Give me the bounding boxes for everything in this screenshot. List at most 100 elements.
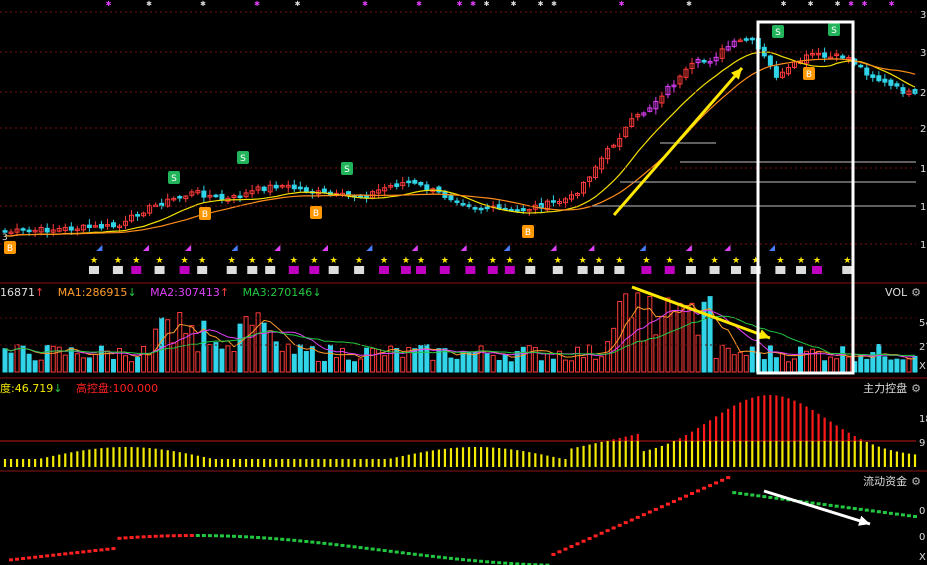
flow-segment xyxy=(623,521,628,525)
flow-segment xyxy=(810,501,815,505)
gear-icon[interactable]: ⚙ xyxy=(911,286,921,299)
star-marker-icon: ★ xyxy=(466,256,474,266)
flow-segment xyxy=(906,514,911,518)
control-tick-label: 9 xyxy=(919,438,925,449)
top-marker-icon: ✱ xyxy=(862,0,868,8)
flow-segment xyxy=(219,534,224,538)
top-marker-icon: ✱ xyxy=(254,0,260,8)
flow-segment xyxy=(183,534,188,538)
flow-segment xyxy=(328,542,333,546)
buy-signal-label: B xyxy=(7,244,13,254)
top-marker-icon: ✱ xyxy=(538,0,544,8)
star-marker-icon: ★ xyxy=(506,256,514,266)
tag-marker-icon xyxy=(842,266,853,274)
volume-bar xyxy=(50,345,56,373)
candle-body xyxy=(2,230,8,233)
candle-body xyxy=(297,186,303,190)
candle-body xyxy=(882,78,888,83)
control-high: 高控盘:100.000 xyxy=(75,382,159,395)
volume-bar xyxy=(189,325,195,373)
top-marker-icon: ✱ xyxy=(848,0,854,8)
flow-segment xyxy=(653,507,658,511)
candle-body xyxy=(291,184,297,190)
flow-segment xyxy=(677,497,682,501)
candle-body xyxy=(418,182,424,186)
volume-bar xyxy=(219,348,225,373)
star-marker-icon: ★ xyxy=(355,256,363,266)
flow-segment xyxy=(334,543,339,547)
star-marker-icon: ★ xyxy=(228,256,236,266)
volume-bar xyxy=(713,357,719,373)
buy-signal-label: B xyxy=(806,70,812,80)
flow-segment xyxy=(232,534,237,538)
volume-bar xyxy=(816,350,822,373)
gear-icon[interactable]: ⚙ xyxy=(911,382,921,395)
candle-body xyxy=(394,183,400,187)
volume-bar xyxy=(773,357,779,373)
volume-bar xyxy=(526,345,532,373)
flow-segment xyxy=(358,546,363,550)
flow-segment xyxy=(406,552,411,556)
volume-bar xyxy=(743,354,749,373)
tag-marker-icon xyxy=(354,266,365,274)
flow-segment xyxy=(503,561,508,565)
flow-segment xyxy=(352,545,357,549)
candle-body xyxy=(840,55,846,59)
volume-bar xyxy=(508,361,514,373)
volume-bar xyxy=(129,361,135,373)
flag-marker-icon: ◢ xyxy=(366,243,373,252)
flow-segment xyxy=(726,476,731,480)
flow-segment xyxy=(45,554,50,558)
flag-marker-icon: ◢ xyxy=(504,243,511,252)
candle-body xyxy=(303,187,309,193)
flow-segment xyxy=(105,547,110,551)
flow-segment xyxy=(51,553,56,557)
top-marker-icon: ✱ xyxy=(551,0,557,8)
flow-segment xyxy=(635,515,640,519)
tag-marker-icon xyxy=(504,266,515,274)
volume-bar xyxy=(858,355,864,373)
flag-marker-icon: ◢ xyxy=(724,243,731,252)
star-marker-icon: ★ xyxy=(380,256,388,266)
volume-bar xyxy=(448,357,454,373)
tag-marker-icon xyxy=(288,266,299,274)
volume-bars-group xyxy=(2,292,918,373)
flag-marker-icon: ◢ xyxy=(274,243,281,252)
star-marker-icon: ★ xyxy=(290,256,298,266)
sell-signal-label: S xyxy=(344,165,350,175)
flow-segment xyxy=(557,550,562,554)
candle-body xyxy=(749,37,755,41)
flow-segment xyxy=(250,535,255,539)
volume-bar xyxy=(285,343,291,373)
flow-segment xyxy=(213,534,218,538)
top-marker-icon: ✱ xyxy=(808,0,814,8)
star-marker-icon: ★ xyxy=(198,256,206,266)
volume-bar xyxy=(882,356,888,373)
flow-segment xyxy=(900,513,905,517)
volume-bar xyxy=(261,322,267,373)
gear-icon[interactable]: ⚙ xyxy=(911,475,921,488)
flow-segment xyxy=(479,559,484,563)
volume-bar xyxy=(562,359,568,373)
candle-body xyxy=(110,222,116,228)
flow-segment xyxy=(141,535,146,539)
star-marker-icon: ★ xyxy=(266,256,274,266)
volume-bar xyxy=(382,355,388,373)
volume-bar xyxy=(828,356,834,373)
star-marker-icon: ★ xyxy=(666,256,674,266)
tag-marker-icon xyxy=(415,266,426,274)
flow-segment xyxy=(683,494,688,498)
volume-bar xyxy=(171,342,177,373)
volume-bar xyxy=(370,347,376,373)
flow-segment xyxy=(454,557,459,561)
flow-segment xyxy=(370,547,375,551)
volume-bar xyxy=(761,359,767,373)
top-marker-icon: ✱ xyxy=(470,0,476,8)
flag-marker-icon: ◢ xyxy=(185,243,192,252)
star-marker-icon: ★ xyxy=(732,256,740,266)
flow-segment xyxy=(400,551,405,555)
flow-segment xyxy=(599,531,604,535)
flag-marker-icon: ◢ xyxy=(322,243,329,252)
flow-segment xyxy=(750,493,755,497)
volume-bar xyxy=(364,347,370,373)
